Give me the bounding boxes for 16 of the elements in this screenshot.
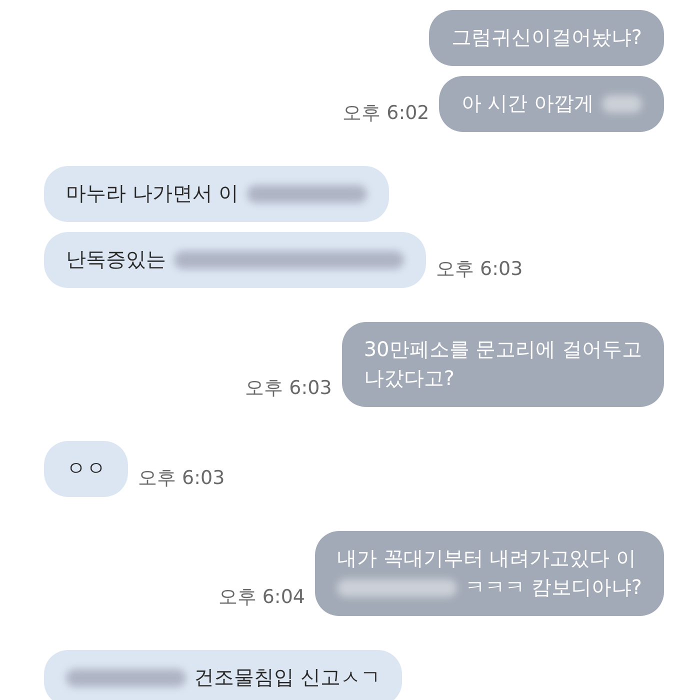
message-time: 오후 6:04 [218,585,306,610]
blurred-text-drawing [602,94,642,112]
message-text: 30만페소를 문고리에 걸어두고 [364,336,642,363]
message-text: 마누라 나가면서 이 [66,180,239,207]
message-text: 아 시간 아깝게 [461,90,594,117]
message-text: 난독증있는 [66,246,166,273]
message-text: 내가 꼭대기부터 내려가고있다 이 [337,545,636,572]
message-time: 오후 6:03 [138,466,225,491]
message-time: 오후 6:02 [342,101,430,126]
message-text: 나갔다고? [364,365,454,392]
message-time: 오후 6:03 [245,376,332,401]
message-text: ㅋㅋㅋ 캄보디아냐? [465,574,642,601]
message-time: 오후 6:03 [436,257,523,282]
message-text: 그럼귀신이걸어놨냐? [451,24,642,51]
message-text: 건조물침입 신고ㅅㄱ [194,664,380,691]
message-text: ㅇㅇ [66,455,106,482]
